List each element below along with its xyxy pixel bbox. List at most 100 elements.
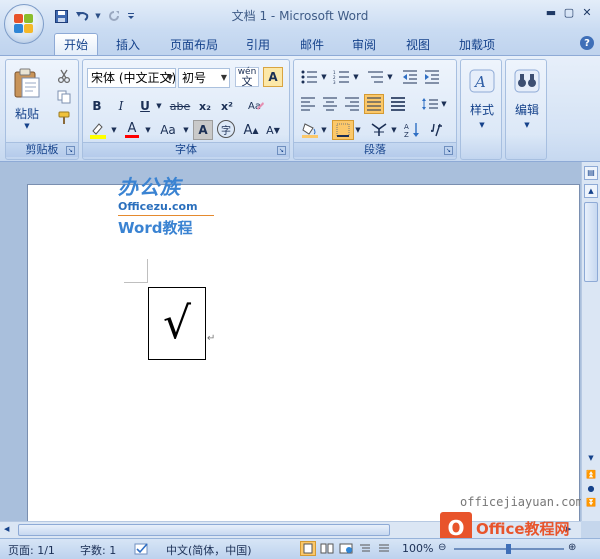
multilevel-list-icon[interactable] bbox=[364, 67, 388, 87]
highlight-button[interactable] bbox=[87, 120, 109, 140]
copy-icon[interactable] bbox=[54, 87, 74, 107]
scroll-left-icon[interactable]: ◀ bbox=[4, 525, 14, 535]
clear-formatting-icon[interactable]: Aa bbox=[245, 96, 267, 116]
sort-icon[interactable]: AZ bbox=[402, 120, 422, 140]
line-spacing-dropdown-icon[interactable]: ▼ bbox=[440, 94, 448, 114]
numbering-dropdown-icon[interactable]: ▼ bbox=[352, 67, 360, 87]
bullets-dropdown-icon[interactable]: ▼ bbox=[320, 67, 328, 87]
outline-view-icon[interactable] bbox=[357, 541, 373, 556]
checkmark-textbox[interactable]: √ bbox=[148, 287, 206, 360]
vertical-scrollbar[interactable]: ▤ ▲ ▼ ⏫ ● ⏬ bbox=[581, 162, 600, 521]
grow-font-button[interactable]: A ▲ bbox=[241, 120, 261, 140]
horizontal-scroll-thumb[interactable] bbox=[18, 524, 390, 536]
styles-button[interactable]: A 样式 ▼ bbox=[463, 66, 501, 132]
ruler-toggle-icon[interactable]: ▤ bbox=[584, 166, 598, 180]
font-color-dropdown-icon[interactable]: ▼ bbox=[143, 120, 153, 140]
tab-references[interactable]: 引用 bbox=[238, 33, 278, 55]
styles-group: A 样式 ▼ bbox=[460, 59, 502, 160]
cut-icon[interactable] bbox=[54, 66, 74, 86]
zoom-out-icon[interactable]: ⊖ bbox=[438, 542, 446, 553]
borders-dropdown-icon[interactable]: ▼ bbox=[354, 120, 362, 140]
zoom-in-icon[interactable]: ⊕ bbox=[568, 542, 576, 553]
tab-view[interactable]: 视图 bbox=[398, 33, 438, 55]
align-right-icon[interactable] bbox=[342, 94, 362, 114]
align-center-icon[interactable] bbox=[320, 94, 340, 114]
chinese-layout-icon[interactable] bbox=[368, 120, 392, 140]
tab-home[interactable]: 开始 bbox=[54, 33, 98, 55]
paste-button[interactable]: 粘贴 ▼ bbox=[9, 64, 45, 132]
vertical-scroll-thumb[interactable] bbox=[584, 202, 598, 282]
tab-page-layout[interactable]: 页面布局 bbox=[162, 33, 226, 55]
web-layout-icon[interactable] bbox=[338, 541, 354, 556]
multilevel-dropdown-icon[interactable]: ▼ bbox=[386, 67, 394, 87]
underline-dropdown-icon[interactable]: ▼ bbox=[154, 96, 164, 116]
increase-indent-icon[interactable] bbox=[422, 67, 442, 87]
italic-button[interactable]: I bbox=[111, 96, 131, 116]
char-border-button[interactable]: A bbox=[263, 67, 283, 87]
window-title: 文档 1 - Microsoft Word bbox=[231, 9, 369, 23]
font-size-combo[interactable]: 初号 ▼ bbox=[178, 68, 230, 88]
numbering-icon[interactable]: 123 bbox=[330, 67, 354, 87]
shading-dropdown-icon[interactable]: ▼ bbox=[320, 120, 328, 140]
clipboard-launcher-icon[interactable]: ↘ bbox=[66, 146, 75, 155]
format-painter-icon[interactable] bbox=[54, 108, 74, 128]
font-color-button[interactable]: A bbox=[121, 120, 143, 140]
language-indicator[interactable]: 中文(简体，中国) bbox=[166, 542, 252, 558]
close-icon[interactable]: ✕ bbox=[580, 5, 594, 19]
full-screen-reading-icon[interactable] bbox=[319, 541, 335, 556]
shading-icon[interactable] bbox=[298, 120, 322, 140]
paragraph-launcher-icon[interactable]: ↘ bbox=[444, 146, 453, 155]
font-group-label: 字体 bbox=[83, 142, 289, 157]
editing-button[interactable]: 编辑 ▼ bbox=[508, 66, 546, 132]
justify-icon[interactable] bbox=[364, 94, 384, 114]
chevron-down-icon: ▼ bbox=[166, 73, 173, 82]
align-left-icon[interactable] bbox=[298, 94, 318, 114]
help-icon[interactable]: ? bbox=[580, 36, 594, 50]
underline-button[interactable]: U bbox=[135, 96, 155, 116]
logo-brand: 办公族 bbox=[118, 175, 181, 199]
select-browse-object-icon[interactable]: ● bbox=[584, 484, 598, 496]
decrease-indent-icon[interactable] bbox=[400, 67, 420, 87]
scroll-up-icon[interactable]: ▲ bbox=[584, 184, 598, 198]
chinese-layout-dropdown-icon[interactable]: ▼ bbox=[390, 120, 398, 140]
superscript-button[interactable]: x² bbox=[217, 96, 237, 116]
highlight-dropdown-icon[interactable]: ▼ bbox=[109, 120, 119, 140]
phonetic-guide-button[interactable]: wén 文 bbox=[235, 67, 259, 87]
distributed-icon[interactable] bbox=[388, 94, 408, 114]
change-case-button[interactable]: Aa bbox=[155, 120, 181, 140]
shrink-font-button[interactable]: A ▼ bbox=[263, 120, 283, 140]
svg-text:Z: Z bbox=[404, 131, 409, 138]
print-layout-icon[interactable] bbox=[300, 541, 316, 556]
paste-dropdown-icon: ▼ bbox=[24, 121, 30, 130]
proofing-icon[interactable] bbox=[134, 542, 150, 559]
tab-mailings[interactable]: 邮件 bbox=[292, 33, 332, 55]
scroll-down-icon[interactable]: ▼ bbox=[584, 454, 598, 466]
tab-add-ins[interactable]: 加载项 bbox=[452, 33, 502, 55]
show-paragraph-marks-icon[interactable] bbox=[426, 120, 446, 140]
word-count[interactable]: 字数: 1 bbox=[80, 542, 116, 558]
font-name-combo[interactable]: 宋体 (中文正文) ▼ bbox=[87, 68, 176, 88]
enclose-characters-button[interactable]: 字 bbox=[217, 120, 235, 138]
draft-view-icon[interactable] bbox=[376, 541, 392, 556]
char-shading-button[interactable]: A bbox=[193, 120, 213, 140]
zoom-slider-thumb[interactable] bbox=[506, 544, 511, 554]
document-page[interactable]: 办公族 Officezu.com Word教程 √ ↵ officejiayua… bbox=[27, 175, 583, 521]
bullets-icon[interactable] bbox=[298, 67, 322, 87]
zoom-level[interactable]: 100% bbox=[402, 542, 433, 555]
bold-button[interactable]: B bbox=[87, 96, 107, 116]
restore-icon[interactable]: ▢ bbox=[562, 5, 576, 19]
office-button[interactable] bbox=[4, 4, 44, 44]
tab-review[interactable]: 审阅 bbox=[344, 33, 384, 55]
tab-insert[interactable]: 插入 bbox=[108, 33, 148, 55]
previous-page-icon[interactable]: ⏫ bbox=[584, 470, 598, 482]
subscript-button[interactable]: x₂ bbox=[195, 96, 215, 116]
borders-icon[interactable] bbox=[332, 120, 354, 140]
paragraph-mark-icon: ↵ bbox=[207, 333, 216, 344]
strikethrough-button[interactable]: abe bbox=[167, 96, 193, 116]
line-spacing-icon[interactable] bbox=[418, 94, 442, 114]
page-count[interactable]: 页面: 1/1 bbox=[8, 542, 55, 558]
change-case-dropdown-icon[interactable]: ▼ bbox=[181, 120, 191, 140]
minimize-icon[interactable]: ▬ bbox=[544, 5, 558, 19]
grow-font-label: A bbox=[243, 122, 253, 138]
font-launcher-icon[interactable]: ↘ bbox=[277, 146, 286, 155]
